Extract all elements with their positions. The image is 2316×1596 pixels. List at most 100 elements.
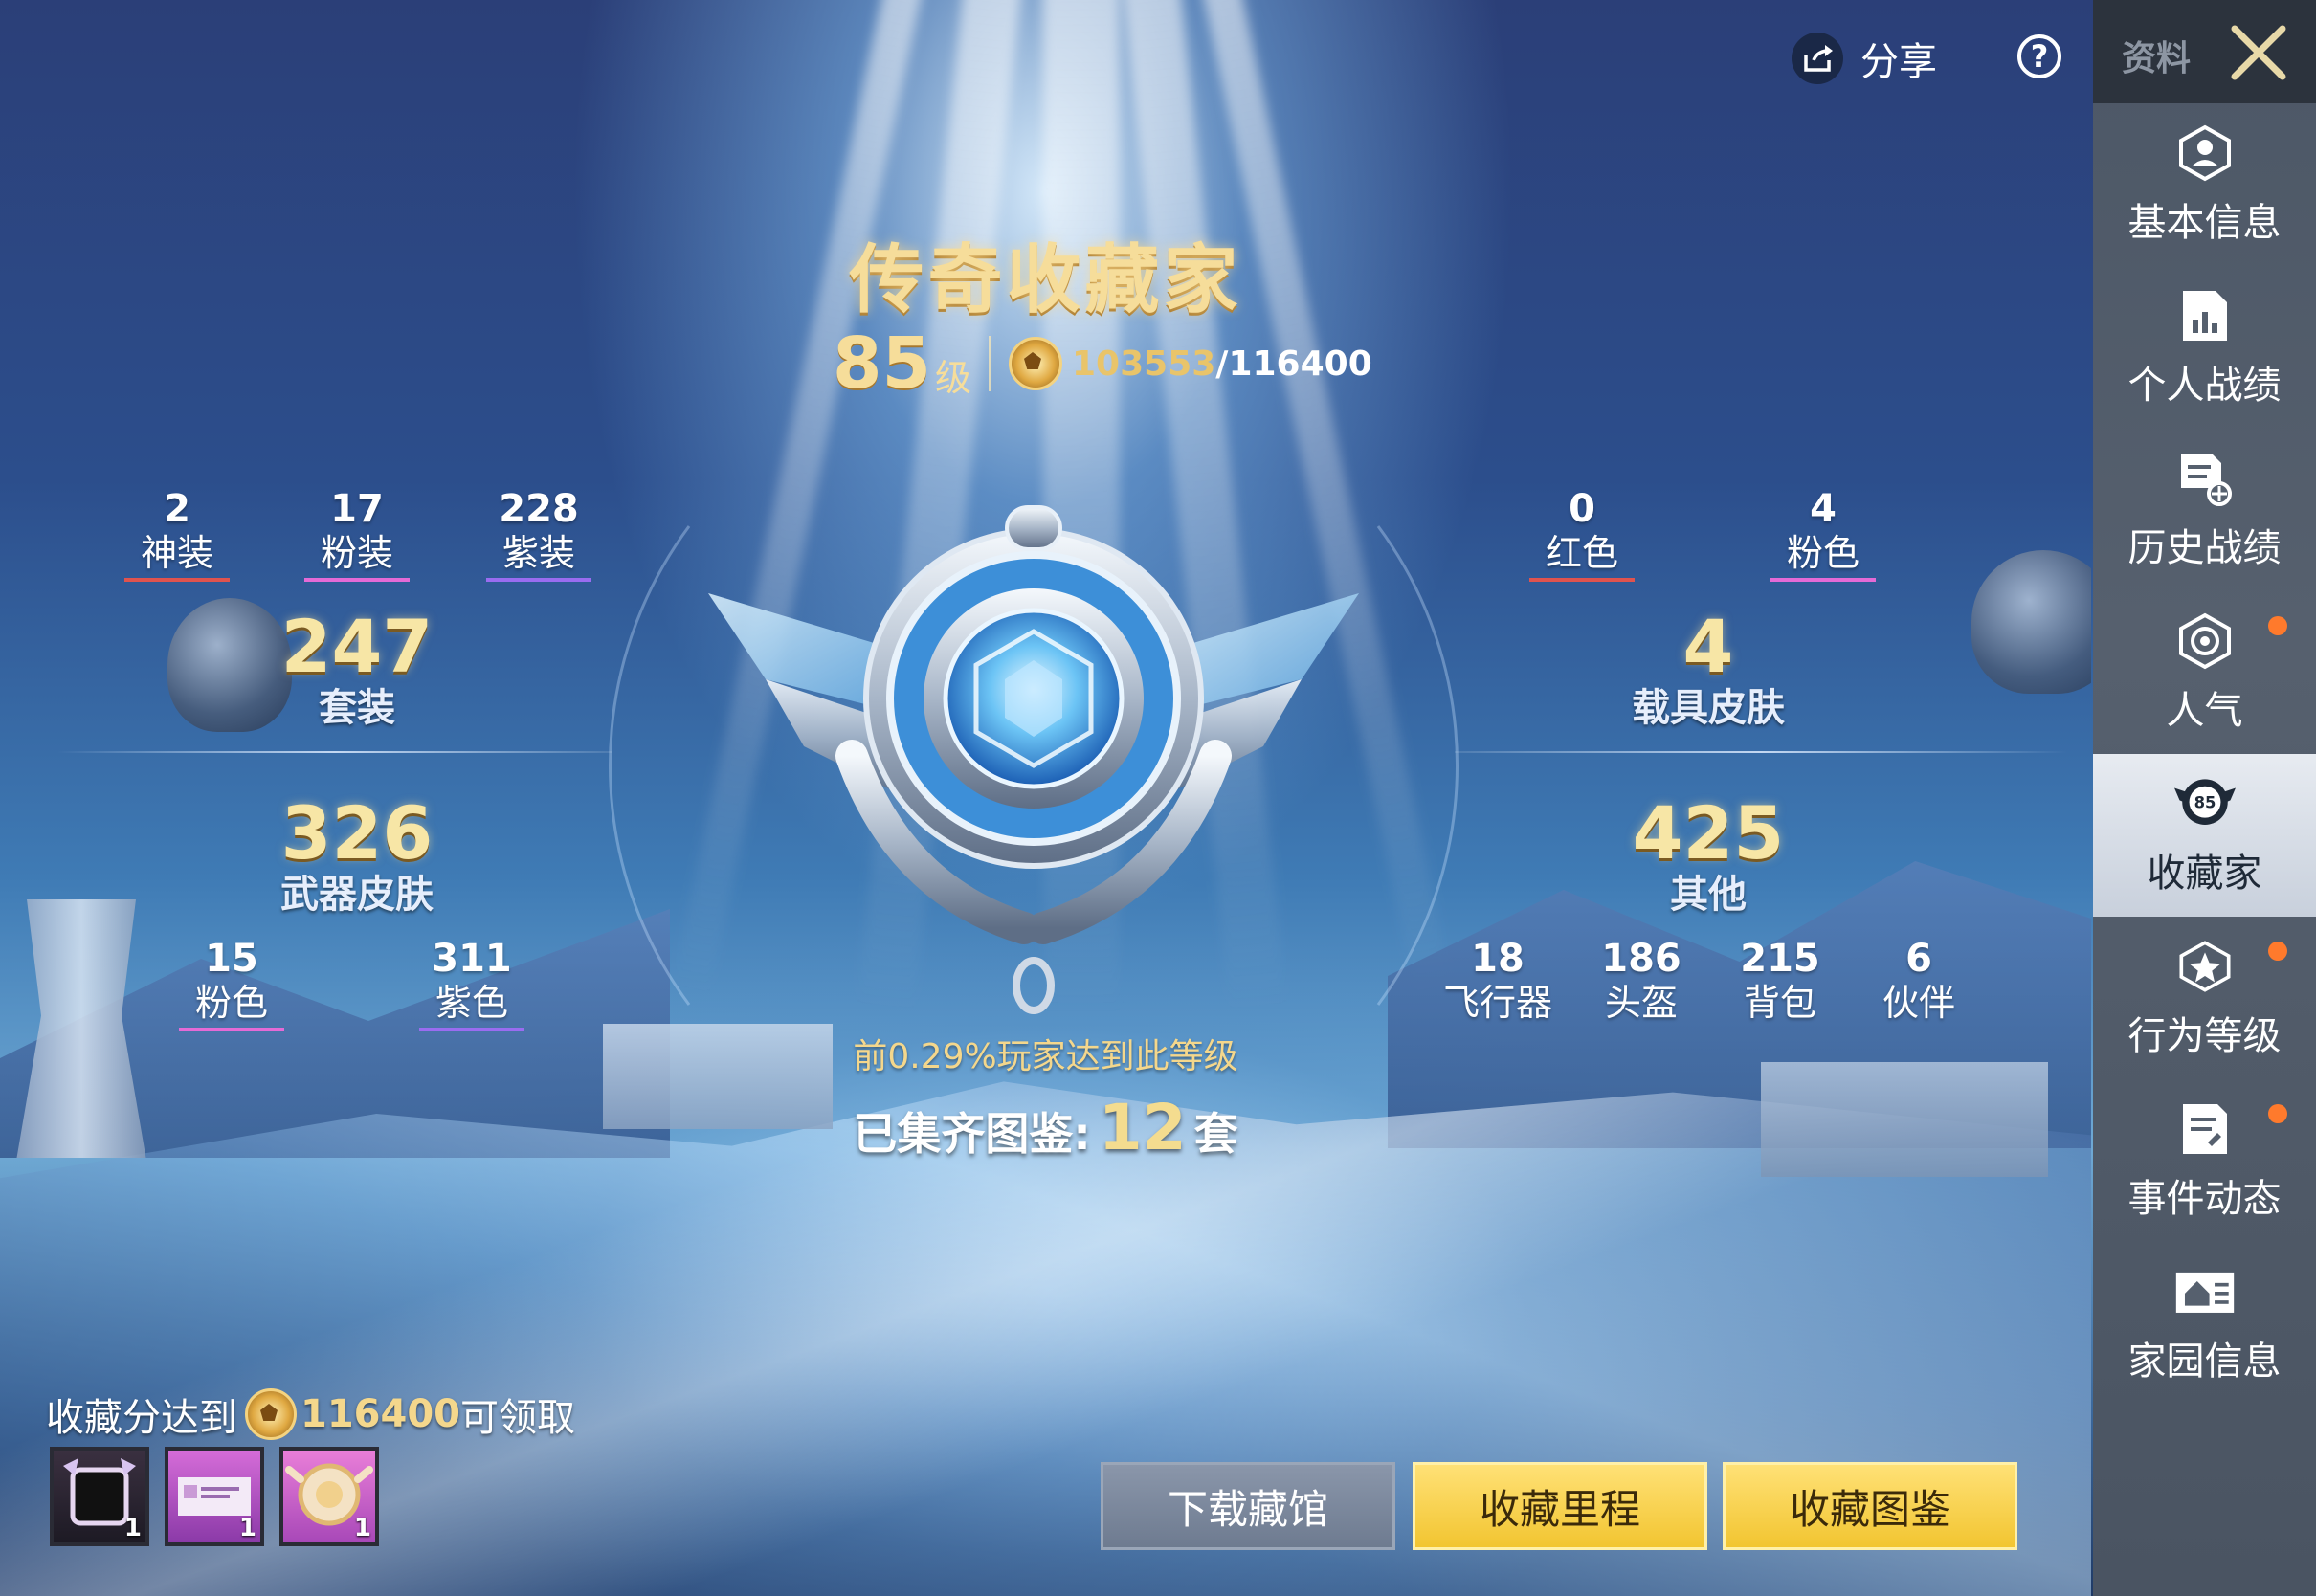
- sidebar-header: 资料: [2093, 0, 2316, 103]
- weapon-skins-value: 326: [280, 790, 434, 876]
- stat-value: 17: [330, 487, 384, 531]
- reward-item-emblem[interactable]: 1: [279, 1447, 379, 1546]
- stat-backpacks: 215 背包: [1723, 938, 1837, 1026]
- level-unit: 级: [934, 356, 971, 399]
- behavior-icon: [2174, 936, 2236, 997]
- reward-count: 1: [238, 1514, 256, 1542]
- profile-sidebar: 资料 基本信息 个人战绩 历史战绩 人气 85 收藏家 行为等级 事件动态 家园…: [2093, 0, 2316, 1596]
- weapon-skins-label: 武器皮肤: [280, 873, 434, 917]
- vehicle-skins-total: 4 载具皮肤: [1579, 604, 1837, 731]
- collected-catalogs: 已集齐图鉴: 12 套: [0, 1091, 2091, 1164]
- reward-threshold: 116400: [301, 1392, 460, 1436]
- stat-underline: [1529, 578, 1635, 582]
- events-icon: [2174, 1098, 2236, 1160]
- score-max: /116400: [1215, 344, 1372, 384]
- vehicle-skins-value: 4: [1682, 604, 1734, 689]
- stat-value: 18: [1471, 937, 1525, 981]
- collector-title: 传奇收藏家: [849, 237, 1242, 323]
- sidebar-item-label: 家园信息: [2127, 1340, 2282, 1384]
- sidebar-item-events[interactable]: 事件动态: [2093, 1079, 2316, 1242]
- sidebar-item-basic-info[interactable]: 基本信息: [2093, 103, 2316, 266]
- sidebar-item-home-info[interactable]: 家园信息: [2093, 1242, 2316, 1405]
- popularity-icon: [2174, 610, 2236, 672]
- rank-percentile: 前0.29%玩家达到此等级: [853, 1037, 1238, 1076]
- stat-label: 紫色: [434, 982, 508, 1024]
- sidebar-item-label: 事件动态: [2127, 1177, 2282, 1221]
- sidebar-title: 资料: [2122, 39, 2192, 78]
- stats-icon: [2174, 285, 2236, 346]
- stat-value: 311: [432, 937, 512, 981]
- reward-count: 1: [123, 1514, 142, 1542]
- help-button[interactable]: ?: [2017, 34, 2061, 78]
- stat-value: 6: [1905, 937, 1932, 981]
- sidebar-item-label: 人气: [2166, 689, 2243, 733]
- stat-pink-outfits: 17 粉装: [304, 488, 410, 582]
- share-button[interactable]: 分享: [1792, 29, 1937, 88]
- suits-total: 247 套装: [261, 604, 453, 731]
- suits-value: 247: [280, 604, 434, 689]
- collection-coin-icon: [245, 1388, 297, 1440]
- sidebar-item-behavior-level[interactable]: 行为等级: [2093, 917, 2316, 1079]
- reward-prefix: 收藏分达到: [46, 1396, 237, 1440]
- others-total: 425 其他: [1608, 790, 1809, 918]
- stat-underline: [1770, 578, 1876, 582]
- stat-companions: 6 伙伴: [1861, 938, 1976, 1026]
- collection-catalog-button[interactable]: 收藏图鉴: [1723, 1462, 2017, 1550]
- reward-item-card[interactable]: 1: [165, 1447, 264, 1546]
- stat-aircraft: 18 飞行器: [1436, 938, 1560, 1026]
- left-divider: [57, 751, 612, 753]
- collection-coin-icon: [1009, 337, 1062, 390]
- notification-dot: [2268, 1104, 2287, 1123]
- collector-level-badge: 85: [2194, 794, 2216, 812]
- stat-weapon-purple: 311 紫色: [419, 938, 524, 1031]
- profile-icon: [2174, 122, 2236, 184]
- stat-underline: [486, 578, 591, 582]
- collection-milestone-button[interactable]: 收藏里程: [1413, 1462, 1707, 1550]
- sidebar-item-label: 行为等级: [2127, 1014, 2282, 1058]
- vehicle-skins-label: 载具皮肤: [1632, 686, 1785, 730]
- collected-value: 12: [1098, 1091, 1187, 1164]
- stat-label: 神装: [140, 532, 213, 574]
- right-divider: [1455, 751, 2067, 753]
- others-value: 425: [1632, 790, 1785, 876]
- reward-suffix: 可领取: [460, 1396, 575, 1440]
- stat-label: 背包: [1743, 982, 1816, 1024]
- stat-label: 头盔: [1604, 982, 1678, 1024]
- download-museum-button[interactable]: 下载藏馆: [1101, 1462, 1395, 1550]
- weapon-skins-total: 326 武器皮肤: [233, 790, 481, 918]
- sidebar-item-personal-stats[interactable]: 个人战绩: [2093, 266, 2316, 429]
- stat-value: 228: [499, 487, 579, 531]
- sidebar-item-match-history[interactable]: 历史战绩: [2093, 429, 2316, 591]
- stat-value: 215: [1740, 937, 1820, 981]
- score-current: 103553: [1072, 344, 1216, 384]
- sidebar-item-label: 收藏家: [2147, 852, 2262, 896]
- sidebar-item-popularity[interactable]: 人气: [2093, 591, 2316, 754]
- stat-value: 2: [164, 487, 190, 531]
- stat-value: 4: [1810, 487, 1837, 531]
- reward-item-avatar-frame[interactable]: 1: [50, 1447, 149, 1546]
- stat-label: 粉色: [1786, 532, 1859, 574]
- share-icon: [1792, 33, 1843, 84]
- stat-legendary-outfits: 2 神装: [124, 488, 230, 582]
- stat-label: 紫装: [501, 532, 575, 574]
- stat-value: 0: [1569, 487, 1595, 531]
- stat-label: 伙伴: [1882, 982, 1955, 1024]
- divider: [989, 336, 991, 391]
- sidebar-item-label: 历史战绩: [2127, 526, 2282, 570]
- stat-vehicle-pink: 4 粉色: [1770, 488, 1876, 582]
- sidebar-item-collector[interactable]: 85 收藏家: [2093, 754, 2316, 917]
- stat-underline: [304, 578, 410, 582]
- reward-count: 1: [353, 1514, 371, 1542]
- notification-dot: [2268, 942, 2287, 961]
- stat-purple-outfits: 228 紫装: [486, 488, 591, 582]
- collector-emblem-icon: [708, 505, 1359, 1014]
- sidebar-item-label: 基本信息: [2127, 201, 2282, 245]
- stat-label: 红色: [1545, 532, 1618, 574]
- stat-label: 粉装: [320, 532, 393, 574]
- stat-label: 飞行器: [1442, 982, 1552, 1024]
- home-icon: [2174, 1261, 2236, 1322]
- reward-progress-text: 收藏分达到 116400 可领取: [46, 1385, 575, 1443]
- stat-helmets: 186 头盔: [1584, 938, 1699, 1026]
- close-icon[interactable]: [2227, 21, 2290, 84]
- stat-weapon-pink: 15 粉色: [179, 938, 284, 1031]
